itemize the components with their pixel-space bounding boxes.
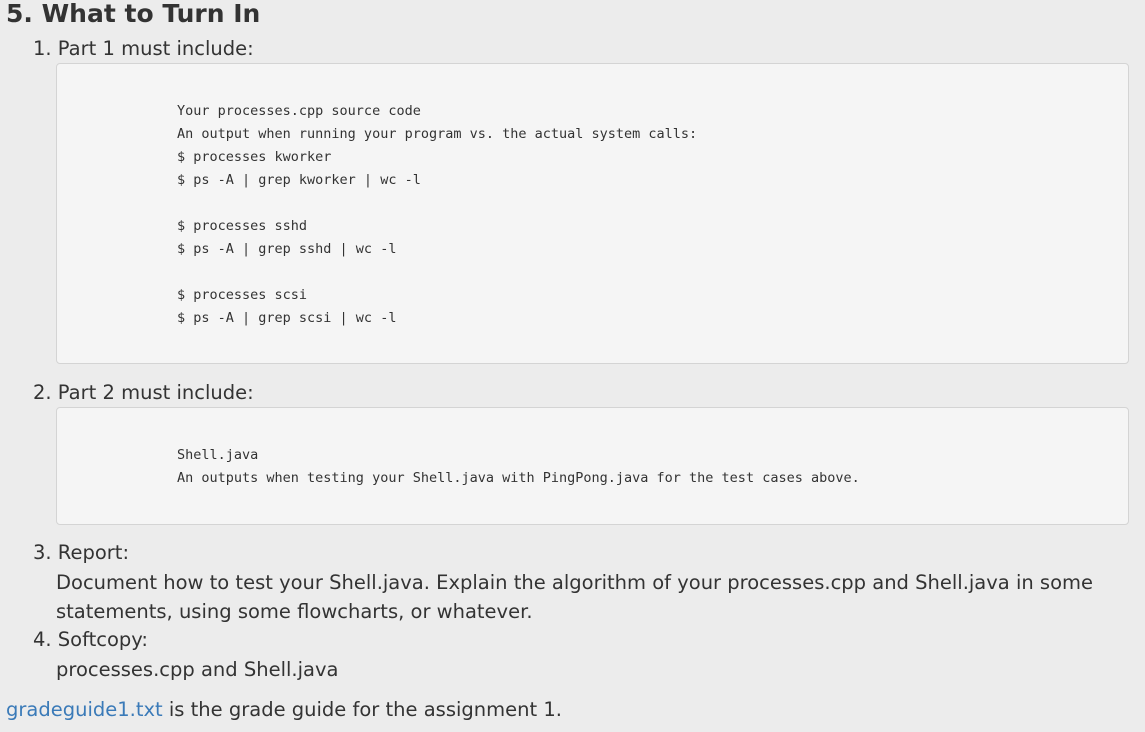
- item-3-text-line-2: statements, using some flowcharts, or wh…: [56, 600, 533, 623]
- code-line: Shell.java: [177, 447, 259, 463]
- gradeguide-link[interactable]: gradeguide1.txt: [6, 698, 163, 721]
- code-block-part-2: Shell.java An outputs when testing your …: [56, 407, 1129, 525]
- code-line: $ processes scsi: [177, 287, 308, 303]
- item-2-heading: 2. Part 2 must include:: [33, 381, 254, 404]
- code-line: An output when running your program vs. …: [177, 126, 698, 142]
- code-line: $ processes sshd: [177, 218, 308, 234]
- code-line: Your processes.cpp source code: [177, 103, 421, 119]
- code-line: $ ps -A | grep kworker | wc -l: [177, 172, 421, 188]
- section-title: 5. What to Turn In: [6, 0, 261, 28]
- item-1-heading: 1. Part 1 must include:: [33, 37, 254, 60]
- code-line: $ ps -A | grep sshd | wc -l: [177, 241, 397, 257]
- footer-rest-text: is the grade guide for the assignment 1.: [162, 698, 562, 721]
- code-line: $ ps -A | grep scsi | wc -l: [177, 310, 397, 326]
- code-line: An outputs when testing your Shell.java …: [177, 470, 860, 486]
- item-4-text: processes.cpp and Shell.java: [56, 658, 339, 681]
- code-block-part-1: Your processes.cpp source code An output…: [56, 63, 1129, 364]
- item-3-text-line-1: Document how to test your Shell.java. Ex…: [56, 571, 1094, 594]
- page: 5. What to Turn In 1. Part 1 must includ…: [0, 0, 1145, 732]
- item-3-heading: 3. Report:: [33, 541, 130, 564]
- footer-note: gradeguide1.txt is the grade guide for t…: [6, 697, 562, 723]
- code-lines-part-2: Shell.java An outputs when testing your …: [177, 444, 860, 490]
- code-line: $ processes kworker: [177, 149, 332, 165]
- code-lines-part-1: Your processes.cpp source code An output…: [177, 100, 697, 330]
- item-4-heading: 4. Softcopy:: [33, 628, 149, 651]
